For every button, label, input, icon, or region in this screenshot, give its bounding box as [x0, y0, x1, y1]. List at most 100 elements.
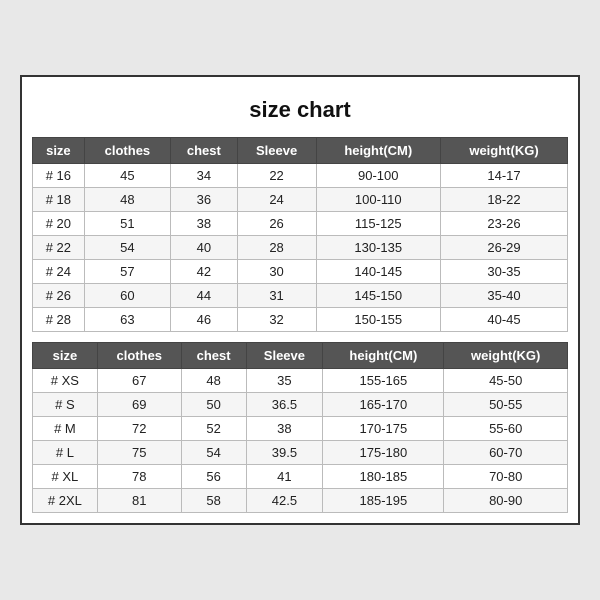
table-row: # 26604431145-15035-40 — [33, 284, 568, 308]
table-cell: 58 — [181, 489, 246, 513]
table-cell: # S — [33, 393, 98, 417]
table2-header-cell: height(CM) — [323, 343, 444, 369]
table-row: # 18483624100-11018-22 — [33, 188, 568, 212]
table-row: # L755439.5175-18060-70 — [33, 441, 568, 465]
size-chart: size chart sizeclotheschestSleeveheight(… — [20, 75, 580, 525]
table-cell: 75 — [97, 441, 181, 465]
table-cell: # XL — [33, 465, 98, 489]
table-cell: 36 — [171, 188, 238, 212]
chart-title: size chart — [32, 87, 568, 137]
table-cell: 30-35 — [441, 260, 568, 284]
table-cell: 50-55 — [444, 393, 568, 417]
table2-header-cell: chest — [181, 343, 246, 369]
table-cell: 48 — [181, 369, 246, 393]
table-cell: 170-175 — [323, 417, 444, 441]
table-cell: 44 — [171, 284, 238, 308]
table-cell: # 20 — [33, 212, 85, 236]
table-cell: 60 — [84, 284, 170, 308]
table-cell: 70-80 — [444, 465, 568, 489]
table-cell: 14-17 — [441, 164, 568, 188]
table-cell: 54 — [181, 441, 246, 465]
table-cell: 26 — [237, 212, 316, 236]
table-row: # 28634632150-15540-45 — [33, 308, 568, 332]
table-cell: 30 — [237, 260, 316, 284]
table-cell: # M — [33, 417, 98, 441]
table-cell: # 28 — [33, 308, 85, 332]
table-cell: 40-45 — [441, 308, 568, 332]
table-cell: 63 — [84, 308, 170, 332]
table-children: sizeclotheschestSleeveheight(CM)weight(K… — [32, 137, 568, 332]
table-cell: 180-185 — [323, 465, 444, 489]
table-cell: 18-22 — [441, 188, 568, 212]
table-cell: 48 — [84, 188, 170, 212]
table-cell: # XS — [33, 369, 98, 393]
table-cell: 34 — [171, 164, 238, 188]
table-cell: 72 — [97, 417, 181, 441]
table-adults: sizeclotheschestSleeveheight(CM)weight(K… — [32, 342, 568, 513]
table-cell: 38 — [246, 417, 323, 441]
table-cell: 145-150 — [316, 284, 440, 308]
table-cell: 140-145 — [316, 260, 440, 284]
table-cell: 39.5 — [246, 441, 323, 465]
table-cell: 165-170 — [323, 393, 444, 417]
table-cell: 23-26 — [441, 212, 568, 236]
table-cell: 36.5 — [246, 393, 323, 417]
table-row: # 24574230140-14530-35 — [33, 260, 568, 284]
table2-header-cell: Sleeve — [246, 343, 323, 369]
table1-header-cell: weight(KG) — [441, 138, 568, 164]
table-cell: 100-110 — [316, 188, 440, 212]
table-row: # M725238170-17555-60 — [33, 417, 568, 441]
table-cell: # 2XL — [33, 489, 98, 513]
table-cell: 130-135 — [316, 236, 440, 260]
table-cell: 35-40 — [441, 284, 568, 308]
table-cell: 41 — [246, 465, 323, 489]
table-cell: 55-60 — [444, 417, 568, 441]
table-cell: # 22 — [33, 236, 85, 260]
table-cell: 32 — [237, 308, 316, 332]
table-cell: 115-125 — [316, 212, 440, 236]
table-row: # 2XL815842.5185-19580-90 — [33, 489, 568, 513]
table-cell: 46 — [171, 308, 238, 332]
table2-header-row: sizeclotheschestSleeveheight(CM)weight(K… — [33, 343, 568, 369]
table-cell: 52 — [181, 417, 246, 441]
table-cell: 50 — [181, 393, 246, 417]
table-cell: 69 — [97, 393, 181, 417]
table-cell: # 24 — [33, 260, 85, 284]
table2-header-cell: weight(KG) — [444, 343, 568, 369]
table-cell: # 18 — [33, 188, 85, 212]
table-cell: 175-180 — [323, 441, 444, 465]
table-row: # 1645342290-10014-17 — [33, 164, 568, 188]
table-cell: 81 — [97, 489, 181, 513]
table-cell: 45-50 — [444, 369, 568, 393]
table-cell: 31 — [237, 284, 316, 308]
table-cell: 38 — [171, 212, 238, 236]
table1-header-cell: size — [33, 138, 85, 164]
table1-header-cell: chest — [171, 138, 238, 164]
table-cell: # 26 — [33, 284, 85, 308]
table-cell: 35 — [246, 369, 323, 393]
table-cell: 90-100 — [316, 164, 440, 188]
table-row: # S695036.5165-17050-55 — [33, 393, 568, 417]
table-cell: 40 — [171, 236, 238, 260]
table-cell: 78 — [97, 465, 181, 489]
table-cell: 56 — [181, 465, 246, 489]
table-cell: 26-29 — [441, 236, 568, 260]
table-row: # 22544028130-13526-29 — [33, 236, 568, 260]
table-cell: 42.5 — [246, 489, 323, 513]
table-row: # XS674835155-16545-50 — [33, 369, 568, 393]
table-cell: 24 — [237, 188, 316, 212]
table1-header-row: sizeclotheschestSleeveheight(CM)weight(K… — [33, 138, 568, 164]
table-cell: 185-195 — [323, 489, 444, 513]
table-row: # XL785641180-18570-80 — [33, 465, 568, 489]
table-cell: 54 — [84, 236, 170, 260]
table-cell: # 16 — [33, 164, 85, 188]
table-row: # 20513826115-12523-26 — [33, 212, 568, 236]
table-cell: 51 — [84, 212, 170, 236]
table1-header-cell: height(CM) — [316, 138, 440, 164]
table-cell: 60-70 — [444, 441, 568, 465]
table-cell: 57 — [84, 260, 170, 284]
table2-header-cell: size — [33, 343, 98, 369]
table2-header-cell: clothes — [97, 343, 181, 369]
table-cell: 42 — [171, 260, 238, 284]
table-cell: # L — [33, 441, 98, 465]
